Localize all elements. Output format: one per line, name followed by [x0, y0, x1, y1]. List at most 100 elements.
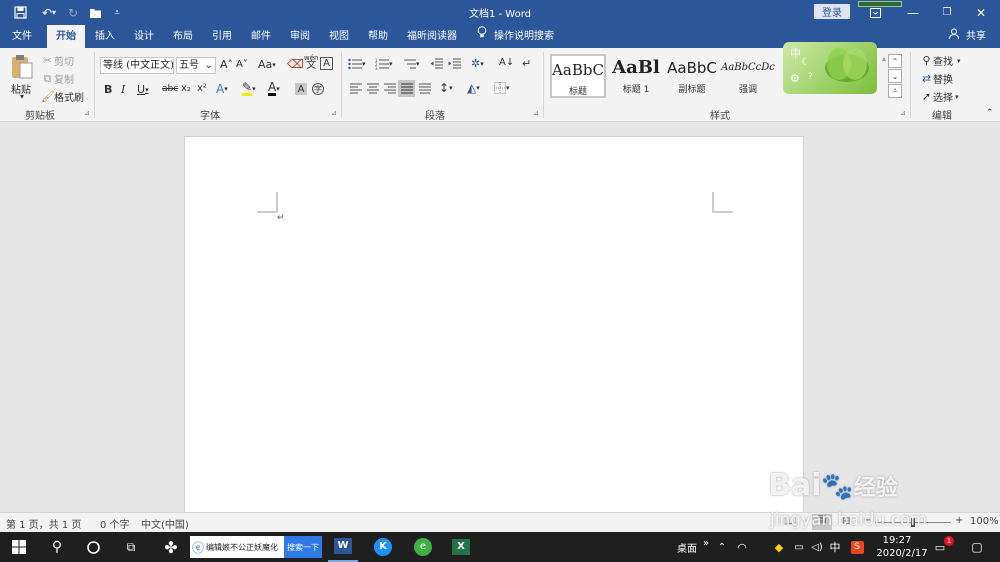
show-formatting-marks-icon[interactable]: ↵	[522, 57, 531, 70]
bullets-button[interactable]: ▾	[348, 58, 366, 70]
shrink-font-button[interactable]: A˅	[236, 59, 248, 70]
style-title[interactable]: AaBbC 标题	[550, 54, 606, 98]
page-count[interactable]: 第 1 页，共 1 页	[6, 516, 81, 531]
browser-app-icon[interactable]: e	[408, 532, 438, 562]
replace-button[interactable]: ⇄ 替换	[920, 71, 953, 86]
decrease-indent-icon[interactable]	[430, 58, 443, 70]
clock-time[interactable]: 19:27	[872, 534, 922, 547]
sort-icon[interactable]: A↓	[499, 57, 514, 68]
document-page[interactable]: ↵	[184, 136, 804, 516]
numbering-button[interactable]: 1 2 3 ▾	[375, 58, 393, 70]
select-button[interactable]: ➚ 选择 ▾	[920, 89, 959, 104]
tab-help[interactable]: 帮助	[361, 25, 395, 48]
align-center-icon[interactable]	[367, 83, 379, 94]
phonetic-guide-button[interactable]: wén 文	[304, 54, 318, 71]
change-case-button[interactable]: Aa ▾	[258, 58, 276, 71]
close-icon[interactable]: ✕	[966, 0, 996, 25]
tab-home[interactable]: 开始	[47, 25, 85, 48]
excel-taskbar-icon[interactable]: X	[446, 532, 476, 562]
style-heading-1[interactable]: AaBl 标题 1	[608, 54, 664, 98]
multilevel-list-button[interactable]: ▾	[402, 58, 420, 70]
styles-more-icon[interactable]: ⩡	[888, 84, 902, 98]
word-count[interactable]: 0 个字	[100, 516, 130, 531]
clear-formatting-icon[interactable]: ⌫	[287, 57, 304, 71]
language-indicator[interactable]: 中文(中国)	[141, 516, 189, 531]
italic-button[interactable]: I	[121, 83, 125, 96]
tell-me-search[interactable]: 操作说明搜索	[494, 25, 564, 48]
styles-scroll-up-icon[interactable]: ⌃	[888, 54, 902, 68]
shading-icon[interactable]: ◭ ▾	[467, 81, 480, 95]
format-painter-button[interactable]: 🖌 格式刷	[41, 89, 84, 104]
grow-font-button[interactable]: A˄	[220, 58, 233, 71]
tab-layout[interactable]: 布局	[166, 25, 200, 48]
undo-icon[interactable]: ↶ ▾	[36, 0, 62, 25]
windows-start-icon[interactable]	[4, 532, 34, 562]
font-color-button[interactable]: A ▾	[268, 81, 280, 96]
wifi-icon[interactable]: ◠	[734, 532, 750, 562]
tab-references[interactable]: 引用	[205, 25, 239, 48]
volume-icon[interactable]: ◁)	[808, 532, 826, 562]
cut-button[interactable]: ✂ 剪切	[41, 53, 74, 68]
style-subtitle[interactable]: AaBbC 副标题	[664, 54, 720, 98]
tab-foxit-reader[interactable]: 福昕阅读器	[402, 25, 462, 48]
copy-button[interactable]: ⧉ 复制	[41, 71, 74, 86]
ime-skin-widget[interactable]: 中 ☾ ⚙ ?	[783, 42, 877, 94]
underline-button[interactable]: U ▾	[137, 83, 149, 96]
ime-indicator[interactable]: 中	[826, 532, 844, 562]
paste-icon[interactable]	[10, 54, 34, 80]
battery-icon[interactable]: ▭	[790, 532, 808, 562]
align-right-icon[interactable]	[384, 83, 396, 94]
highlight-color-button[interactable]: ✎ ▾	[242, 81, 256, 96]
tab-review[interactable]: 审阅	[283, 25, 317, 48]
tab-view[interactable]: 视图	[322, 25, 356, 48]
justify-icon[interactable]	[398, 80, 415, 97]
font-size-dropdown[interactable]: 五号 ⌄	[176, 57, 216, 74]
task-view-icon[interactable]: ⧉	[118, 532, 144, 562]
zoom-level[interactable]: 100%	[970, 516, 999, 527]
paste-dropdown-icon[interactable]: ▾	[20, 92, 24, 101]
minimize-icon[interactable]: —	[898, 0, 928, 25]
tab-file[interactable]: 文件	[4, 25, 40, 48]
customize-quick-access-icon[interactable]: ⩡	[110, 0, 124, 25]
chevron-up-icon[interactable]: ▴	[882, 54, 886, 63]
tab-insert[interactable]: 插入	[88, 25, 122, 48]
action-center-icon[interactable]: ▢	[962, 532, 992, 562]
align-left-icon[interactable]	[350, 83, 362, 94]
increase-indent-icon[interactable]	[448, 58, 461, 70]
zoom-in-icon[interactable]: +	[955, 515, 963, 526]
clock-date[interactable]: 2020/2/17	[872, 547, 932, 560]
save-icon[interactable]	[8, 0, 32, 25]
subscript-button[interactable]: x₂	[181, 83, 191, 94]
tray-chevron-up-icon[interactable]: ⌃	[714, 532, 730, 562]
line-spacing-icon[interactable]: ↕ ▾	[439, 81, 453, 95]
character-border-button[interactable]: A	[320, 57, 333, 70]
text-effects-icon[interactable]: A ▾	[216, 82, 228, 96]
kugou-app-icon[interactable]: K	[368, 532, 398, 562]
borders-button[interactable]: ▾	[494, 82, 510, 94]
font-launcher-icon[interactable]: ⊿	[331, 109, 337, 117]
enclose-characters-icon[interactable]: 字	[312, 83, 324, 95]
clipboard-launcher-icon[interactable]: ⊿	[84, 109, 90, 117]
cortana-icon[interactable]	[80, 532, 106, 562]
character-shading-icon[interactable]: A	[295, 83, 307, 95]
styles-launcher-icon[interactable]: ⊿	[900, 109, 906, 117]
toolbar-expand-icon[interactable]: »	[700, 528, 712, 558]
chinese-layout-icon[interactable]: ✲ ▾	[471, 57, 484, 70]
word-taskbar-icon[interactable]: W	[328, 532, 358, 562]
search-box[interactable]: ⓔ 编辑嫉不公正妖魔化	[190, 536, 284, 558]
tray-app-icon[interactable]: ◆	[770, 532, 788, 562]
search-icon[interactable]: ⚲	[44, 532, 70, 562]
bold-button[interactable]: B	[104, 83, 112, 96]
search-go-button[interactable]: 搜索一下	[284, 536, 322, 558]
font-name-dropdown[interactable]: 等线 (中文正文)	[100, 57, 174, 74]
tab-mailings[interactable]: 邮件	[244, 25, 278, 48]
find-button[interactable]: ⚲ 查找 ▾	[920, 53, 960, 68]
open-folder-icon[interactable]	[86, 0, 106, 25]
strikethrough-button[interactable]: abc	[162, 84, 178, 94]
redo-icon[interactable]: ↻	[64, 0, 82, 25]
styles-scroll-down-icon[interactable]: ⌄	[888, 69, 902, 83]
sogou-ime-icon[interactable]: S	[848, 532, 866, 562]
style-emphasis[interactable]: AaBbCcDc 强调	[720, 54, 776, 98]
distributed-icon[interactable]	[419, 83, 431, 94]
pinwheel-app-icon[interactable]: ✤	[156, 532, 186, 562]
